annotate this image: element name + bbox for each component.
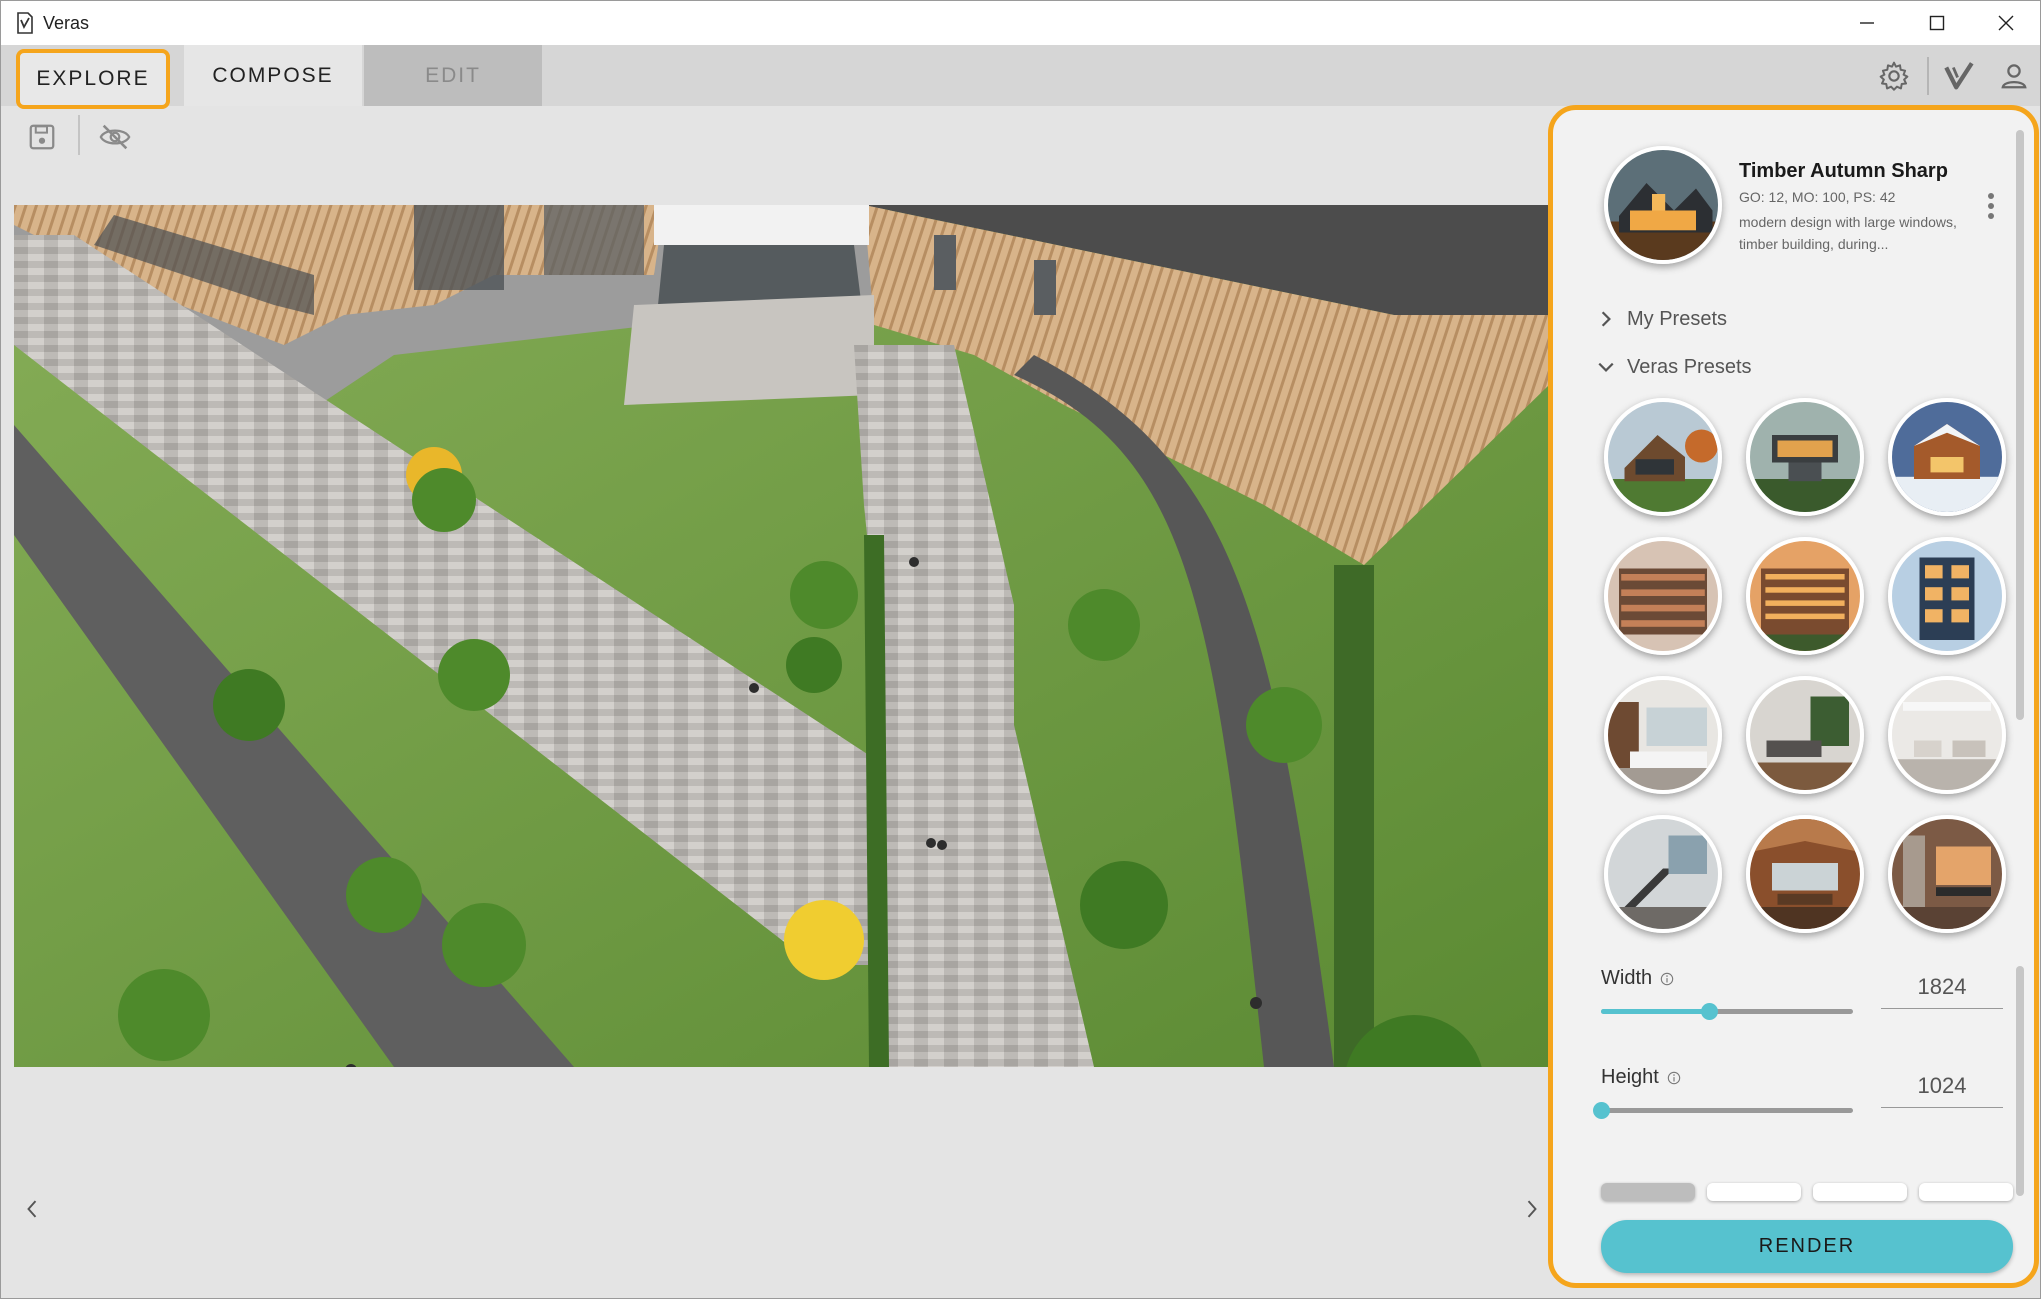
tab-compose[interactable]: COMPOSE (184, 45, 362, 106)
scrollbar-thumb-top[interactable] (2016, 130, 2024, 720)
account-button[interactable] (1995, 57, 2033, 95)
eye-off-icon (99, 124, 131, 150)
close-button[interactable] (1971, 1, 2041, 45)
window-title: Veras (43, 13, 90, 33)
veras-presets-toggle[interactable]: Veras Presets (1597, 352, 1752, 382)
subtoolbar-divider (78, 115, 80, 155)
preset-thumb-12[interactable] (1888, 815, 2006, 933)
chevron-down-icon (1598, 362, 1614, 372)
atrium-stairs-thumbnail (1608, 819, 1718, 929)
render-count-2[interactable] (1707, 1183, 1801, 1201)
terraced-building-thumbnail (1608, 541, 1718, 651)
veras-logo-button[interactable] (1940, 57, 1978, 95)
living-room-thumbnail (1750, 680, 1860, 790)
preset-thumb-10[interactable] (1604, 815, 1722, 933)
width-input[interactable]: 1824 (1881, 974, 2003, 1009)
info-icon[interactable] (1660, 972, 1674, 986)
kitchen-interior-thumbnail (1608, 680, 1718, 790)
preset-thumb-4[interactable] (1604, 537, 1722, 655)
forest-house-thumbnail (1750, 402, 1860, 512)
preset-thumb-5[interactable] (1746, 537, 1864, 655)
render-count-1[interactable] (1601, 1183, 1695, 1201)
more-dot (1988, 203, 1994, 209)
preset-name: Timber Autumn Sharp (1739, 160, 1948, 182)
width-slider-thumb[interactable] (1701, 1003, 1719, 1020)
info-icon[interactable] (1667, 1071, 1681, 1085)
timber-house-thumbnail (1608, 150, 1718, 260)
chevron-right-icon (1601, 311, 1611, 327)
height-label: Height (1601, 1066, 1659, 1088)
main-toolbar: EXPLORE COMPOSE EDIT (1, 45, 2040, 109)
dining-area-thumbnail (1892, 819, 2002, 929)
settings-button[interactable] (1875, 57, 1913, 95)
veras-icon (17, 12, 33, 34)
preset-thumb-2[interactable] (1746, 398, 1864, 516)
width-slider[interactable] (1601, 1003, 1853, 1020)
preset-params: GO: 12, MO: 100, PS: 42 (1739, 189, 1896, 205)
minimize-button[interactable] (1832, 1, 1902, 45)
aerial-campus-render (14, 205, 1549, 1067)
next-image-button[interactable] (1517, 1191, 1547, 1227)
preset-description: modern design with large windows, timber… (1739, 214, 1957, 252)
preset-more-button[interactable] (1981, 186, 2001, 226)
more-dot (1988, 213, 1994, 219)
render-count-4[interactable] (1919, 1183, 2013, 1201)
scrollbar-thumb-bottom[interactable] (2016, 966, 2024, 1196)
minimize-icon (1860, 22, 1874, 24)
tab-explore[interactable]: EXPLORE (16, 49, 170, 109)
render-count-3[interactable] (1813, 1183, 1907, 1201)
current-preset-thumbnail[interactable] (1604, 146, 1722, 264)
chevron-right-icon (1527, 1200, 1537, 1218)
render-image (14, 205, 1549, 1067)
width-label-group: Width (1601, 967, 1674, 990)
veras-check-icon (1944, 62, 1974, 90)
gear-icon (1879, 61, 1909, 91)
preset-thumb-1[interactable] (1604, 398, 1722, 516)
preset-thumb-11[interactable] (1746, 815, 1864, 933)
sunset-apartment-thumbnail (1750, 541, 1860, 651)
maximize-icon (1929, 15, 1945, 31)
close-icon (1998, 15, 2014, 31)
previous-image-button[interactable] (17, 1191, 47, 1227)
height-input[interactable]: 1024 (1881, 1073, 2003, 1108)
white-interior-thumbnail (1892, 680, 2002, 790)
preset-thumb-9[interactable] (1888, 676, 2006, 794)
preset-thumb-8[interactable] (1746, 676, 1864, 794)
height-label-group: Height (1601, 1066, 1681, 1089)
panel-scrollbar[interactable] (2016, 130, 2024, 1270)
my-presets-toggle[interactable]: My Presets (1597, 304, 1727, 334)
preset-thumb-6[interactable] (1888, 537, 2006, 655)
toggle-visibility-button[interactable] (95, 117, 135, 157)
width-label: Width (1601, 967, 1653, 989)
width-slider-fill (1601, 1009, 1710, 1014)
save-icon (29, 124, 55, 150)
toolbar-divider (1927, 57, 1929, 95)
more-dot (1988, 193, 1994, 199)
height-slider-thumb[interactable] (1593, 1102, 1610, 1119)
blue-tower-thumbnail (1892, 541, 2002, 651)
preset-thumb-7[interactable] (1604, 676, 1722, 794)
wood-lounge-thumbnail (1750, 819, 1860, 929)
settings-panel: Timber Autumn Sharp GO: 12, MO: 100, PS:… (1548, 105, 2039, 1288)
render-button[interactable]: RENDER (1601, 1220, 2013, 1273)
title-bar: Veras (1, 1, 2040, 45)
snow-house-thumbnail (1892, 402, 2002, 512)
user-icon (2001, 64, 2027, 89)
save-button[interactable] (22, 117, 62, 157)
veras-presets-label: Veras Presets (1627, 355, 1752, 378)
veras-window: Veras EXPLORE COMPOSE EDIT Timber Autumn… (0, 0, 2041, 1299)
modern-house-exterior-thumbnail (1608, 402, 1718, 512)
chevron-left-icon (27, 1200, 37, 1218)
height-slider[interactable] (1593, 1102, 1853, 1119)
preset-thumb-3[interactable] (1888, 398, 2006, 516)
maximize-button[interactable] (1902, 1, 1972, 45)
tab-edit[interactable]: EDIT (364, 45, 542, 106)
my-presets-label: My Presets (1627, 307, 1728, 330)
